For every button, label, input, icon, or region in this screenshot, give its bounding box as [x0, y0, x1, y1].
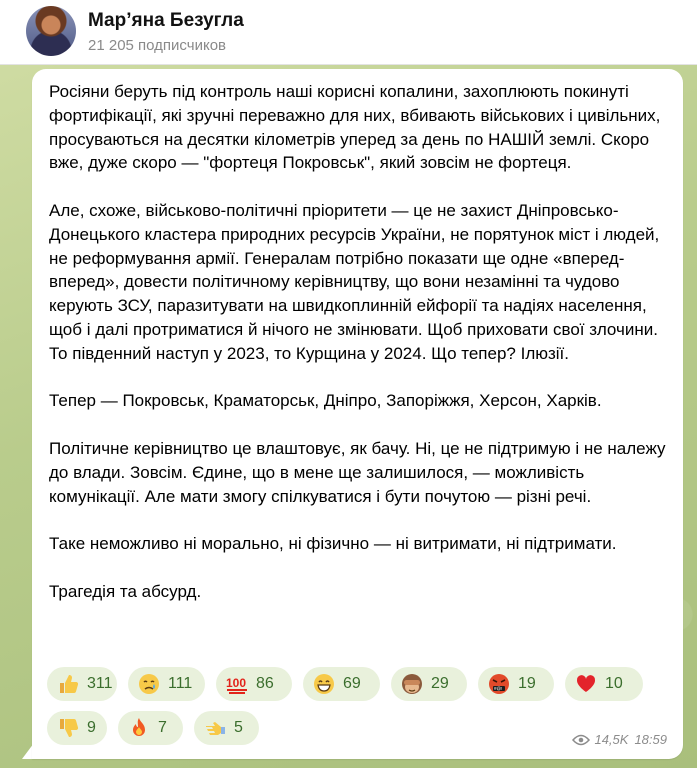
reaction-count: 19 [518, 675, 536, 692]
post-paragraph: Таке неможливо ні морально, ні фізично —… [49, 534, 617, 554]
reaction-see-no-evil-monkey[interactable]: 29 [391, 667, 467, 701]
reaction-crying-face[interactable]: 111 [128, 667, 205, 701]
post-paragraph: Тепер — Покровськ, Краматорськ, Дніпро, … [49, 391, 602, 411]
message-time: 18:59 [634, 732, 667, 747]
reaction-count: 5 [234, 719, 243, 736]
reaction-count: 10 [605, 675, 623, 692]
thumbs-up-icon [57, 673, 79, 695]
thumbs-down-icon [57, 717, 79, 739]
reaction-count: 86 [256, 675, 274, 692]
post-paragraph: Трагедія та абсурд. [49, 581, 202, 601]
reaction-hundred-points[interactable]: 100 86 [216, 667, 292, 701]
reaction-count: 29 [431, 675, 449, 692]
channel-title[interactable]: Мар’яна Безугла [88, 10, 244, 32]
post-text: Росіяни беруть під контроль наші корисні… [49, 80, 674, 604]
leftwards-pushing-hand-icon [204, 717, 226, 739]
reactions-row: 311 111 100 86 69 29 #@! 19 10 [47, 667, 677, 701]
channel-header[interactable]: Мар’яна Безугла 21 205 подписчиков [0, 0, 697, 65]
post-paragraph: Але, схоже, військово-політичні пріорите… [49, 200, 660, 363]
svg-text:#@!: #@! [494, 686, 502, 691]
reaction-leftwards-pushing-hand[interactable]: 5 [194, 711, 259, 745]
hundred-points-icon: 100 [226, 673, 248, 695]
reaction-red-heart[interactable]: 10 [565, 667, 643, 701]
red-heart-icon [575, 673, 597, 695]
channel-avatar[interactable] [26, 6, 76, 56]
crying-face-icon [138, 673, 160, 695]
svg-text:100: 100 [226, 676, 246, 690]
reaction-count: 9 [87, 719, 96, 736]
reaction-thumbs-down[interactable]: 9 [47, 711, 107, 745]
message-bubble[interactable]: Росіяни беруть під контроль наші корисні… [32, 69, 683, 759]
post-paragraph: Росіяни беруть під контроль наші корисні… [49, 82, 661, 173]
reaction-face-with-symbols[interactable]: #@! 19 [478, 667, 554, 701]
post-paragraph: Політичне керівництво це влаштовує, як б… [49, 438, 666, 506]
grinning-face-icon [313, 673, 335, 695]
reaction-thumbs-up[interactable]: 311 [47, 667, 117, 701]
see-no-evil-monkey-icon [401, 673, 423, 695]
face-with-symbols-on-mouth-icon: #@! [488, 673, 510, 695]
reaction-count: 7 [158, 719, 167, 736]
subscriber-count: 21 205 подписчиков [88, 37, 227, 54]
message-meta: 14,5K 18:59 [572, 732, 667, 747]
reaction-grinning-face[interactable]: 69 [303, 667, 380, 701]
fire-icon [128, 717, 150, 739]
reaction-count: 111 [168, 675, 193, 692]
reaction-count: 311 [87, 675, 113, 692]
view-count: 14,5K [594, 732, 629, 747]
eye-icon [572, 734, 591, 745]
reaction-fire[interactable]: 7 [118, 711, 183, 745]
reaction-count: 69 [343, 675, 361, 692]
